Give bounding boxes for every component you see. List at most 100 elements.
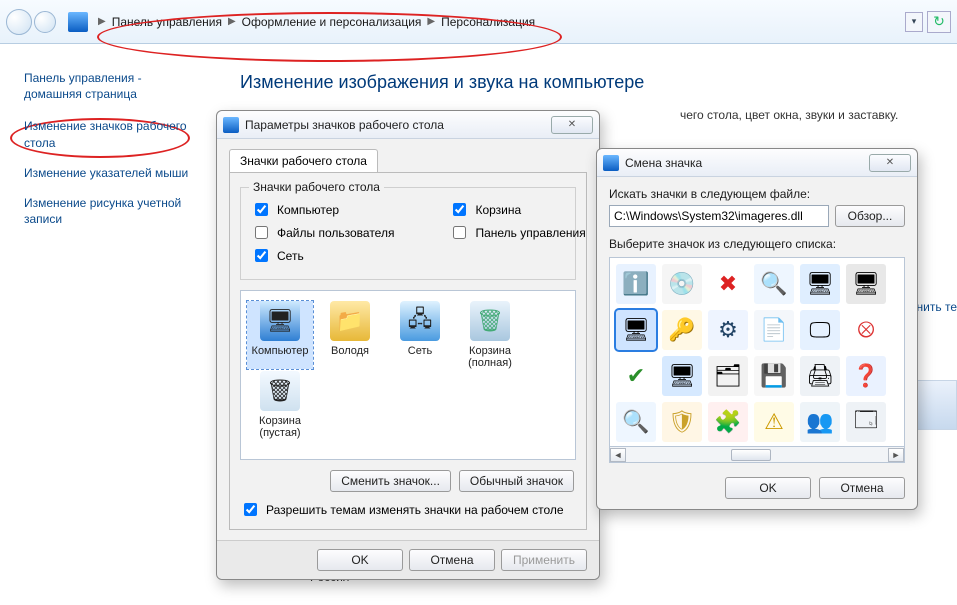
chevron-right-icon: ▶ <box>228 16 236 27</box>
icon-option[interactable]: ❓ <box>846 356 886 396</box>
close-button[interactable]: ✕ <box>869 154 911 172</box>
desktop-icon-settings-dialog: Параметры значков рабочего стола ✕ Значк… <box>216 110 600 580</box>
scroll-thumb[interactable] <box>731 449 771 461</box>
icon-label: Корзина (пустая) <box>259 415 301 439</box>
tab-desktop-icons[interactable]: Значки рабочего стола <box>229 149 378 172</box>
dialog-titlebar[interactable]: Смена значка ✕ <box>597 149 917 177</box>
network-icon: 🖧 <box>400 301 440 341</box>
change-mouse-pointers-link[interactable]: Изменение указателей мыши <box>24 165 204 181</box>
checkbox-recycle-bin[interactable]: Корзина <box>449 200 585 219</box>
checkbox-label: Компьютер <box>277 203 339 217</box>
desktop-icons-groupbox: Значки рабочего стола Компьютер Файлы по… <box>240 187 576 280</box>
scroll-left-button[interactable]: ◄ <box>610 448 626 462</box>
scroll-right-button[interactable]: ► <box>888 448 904 462</box>
checkbox-computer[interactable]: Компьютер <box>251 200 394 219</box>
icon-option[interactable]: 🖥 <box>800 264 840 304</box>
dialog-titlebar[interactable]: Параметры значков рабочего стола ✕ <box>217 111 599 139</box>
ok-button[interactable]: OK <box>317 549 403 571</box>
icon-option[interactable]: 🧩 <box>708 402 748 442</box>
nav-forward-button[interactable] <box>34 11 56 33</box>
icon-picker-list[interactable]: ℹ️💿✖🔍🖥🖥🖥🔑⚙📄🖵⮾✔🖥🗂💾🖨❓🔍🛡🧩⚠👥🗔📘🗔🗑📁 <box>609 257 905 447</box>
tabstrip: Значки рабочего стола <box>229 149 587 173</box>
icon-option[interactable]: ✔ <box>616 356 656 396</box>
checkbox-label: Сеть <box>277 249 304 263</box>
checkbox-label: Панель управления <box>475 226 585 240</box>
icon-option[interactable]: ✖ <box>708 264 748 304</box>
change-icon-button[interactable]: Сменить значок... <box>330 470 451 492</box>
icon-option[interactable]: 🔑 <box>662 310 702 350</box>
icon-option[interactable]: 🖵 <box>800 310 840 350</box>
icon-label: Сеть <box>408 345 432 357</box>
icon-option[interactable]: 💿 <box>662 264 702 304</box>
icon-item-recycle-empty[interactable]: 🗑 Корзина (пустая) <box>247 371 313 439</box>
address-dropdown-button[interactable]: ▾ <box>905 12 923 32</box>
breadcrumb-control-panel[interactable]: Панель управления <box>110 13 224 31</box>
checkbox-input[interactable] <box>453 226 466 239</box>
breadcrumb-appearance[interactable]: Оформление и персонализация <box>240 13 424 31</box>
checkbox-control-panel[interactable]: Панель управления <box>449 223 585 242</box>
icon-option[interactable]: 💾 <box>754 356 794 396</box>
folder-icon: 📁 <box>330 301 370 341</box>
text: Панель управления - <box>24 71 142 85</box>
allow-themes-label: Разрешить темам изменять значки на рабоч… <box>266 503 564 517</box>
recycle-bin-empty-icon: 🗑 <box>260 371 300 411</box>
truncated-link[interactable]: нить те <box>917 300 957 314</box>
checkbox-input[interactable] <box>453 203 466 216</box>
icon-file-path-input[interactable] <box>609 205 829 227</box>
preview-fragment <box>917 380 957 430</box>
ok-button[interactable]: OK <box>725 477 811 499</box>
icon-option[interactable]: ℹ️ <box>616 264 656 304</box>
change-desktop-icons-link[interactable]: Изменение значков рабочего стола <box>24 118 204 150</box>
icon-option[interactable]: 🗔 <box>846 402 886 442</box>
checkbox-input[interactable] <box>255 203 268 216</box>
checkbox-label: Файлы пользователя <box>277 226 394 240</box>
text: домашняя страница <box>24 87 137 101</box>
icon-option[interactable]: ⮾ <box>846 310 886 350</box>
icon-option[interactable]: ⚙ <box>708 310 748 350</box>
checkbox-input[interactable] <box>255 249 268 262</box>
dialog-title: Параметры значков рабочего стола <box>245 118 444 132</box>
dialog-icon <box>603 155 619 171</box>
icon-item-computer[interactable]: 🖥 Компьютер <box>247 301 313 369</box>
checkbox-input[interactable] <box>255 226 268 239</box>
dialog-title: Смена значка <box>625 156 702 170</box>
icon-option[interactable]: 🗂 <box>708 356 748 396</box>
icon-option[interactable]: 👥 <box>800 402 840 442</box>
breadcrumb-personalization[interactable]: Персонализация <box>439 13 537 31</box>
icon-option[interactable]: 🔍 <box>616 402 656 442</box>
icon-option[interactable]: 🔍 <box>754 264 794 304</box>
dialog-footer: OK Отмена Применить <box>217 540 599 579</box>
icon-label: Володя <box>331 345 369 357</box>
computer-icon: 🖥 <box>260 301 300 341</box>
allow-themes-checkbox[interactable] <box>244 503 257 516</box>
icon-item-network[interactable]: 🖧 Сеть <box>387 301 453 369</box>
nav-back-button[interactable] <box>6 9 32 35</box>
icon-option[interactable]: 🖥 <box>846 264 886 304</box>
icon-option[interactable]: ⚠ <box>754 402 794 442</box>
control-panel-home-link[interactable]: Панель управления - домашняя страница <box>24 70 204 102</box>
dialog-icon <box>223 117 239 133</box>
checkbox-userfiles[interactable]: Файлы пользователя <box>251 223 394 242</box>
icon-item-recycle-full[interactable]: 🗑 Корзина (полная) <box>457 301 523 369</box>
icon-item-userfiles[interactable]: 📁 Володя <box>317 301 383 369</box>
cancel-button[interactable]: Отмена <box>409 549 495 571</box>
change-account-picture-link[interactable]: Изменение рисунка учетной записи <box>24 195 204 227</box>
icon-option[interactable]: 📄 <box>754 310 794 350</box>
cancel-button[interactable]: Отмена <box>819 477 905 499</box>
explorer-address-bar: ▶ Панель управления ▶ Оформление и персо… <box>0 0 957 44</box>
icon-option[interactable]: 🖥 <box>662 356 702 396</box>
restore-default-button[interactable]: Обычный значок <box>459 470 574 492</box>
change-icon-dialog: Смена значка ✕ Искать значки в следующем… <box>596 148 918 510</box>
browse-button[interactable]: Обзор... <box>835 205 905 227</box>
refresh-button[interactable]: ↻ <box>927 11 951 33</box>
checkbox-network[interactable]: Сеть <box>251 246 394 265</box>
scroll-track[interactable] <box>626 448 888 462</box>
pick-icon-label: Выберите значок из следующего списка: <box>609 237 905 251</box>
apply-button[interactable]: Применить <box>501 549 587 571</box>
horizontal-scrollbar[interactable]: ◄ ► <box>609 447 905 463</box>
icon-option[interactable]: 🖨 <box>800 356 840 396</box>
icon-option[interactable]: 🛡 <box>662 402 702 442</box>
close-button[interactable]: ✕ <box>551 116 593 134</box>
icon-preview-list[interactable]: 🖥 Компьютер 📁 Володя 🖧 Сеть 🗑 Корзина (п… <box>240 290 576 460</box>
icon-option[interactable]: 🖥 <box>616 310 656 350</box>
